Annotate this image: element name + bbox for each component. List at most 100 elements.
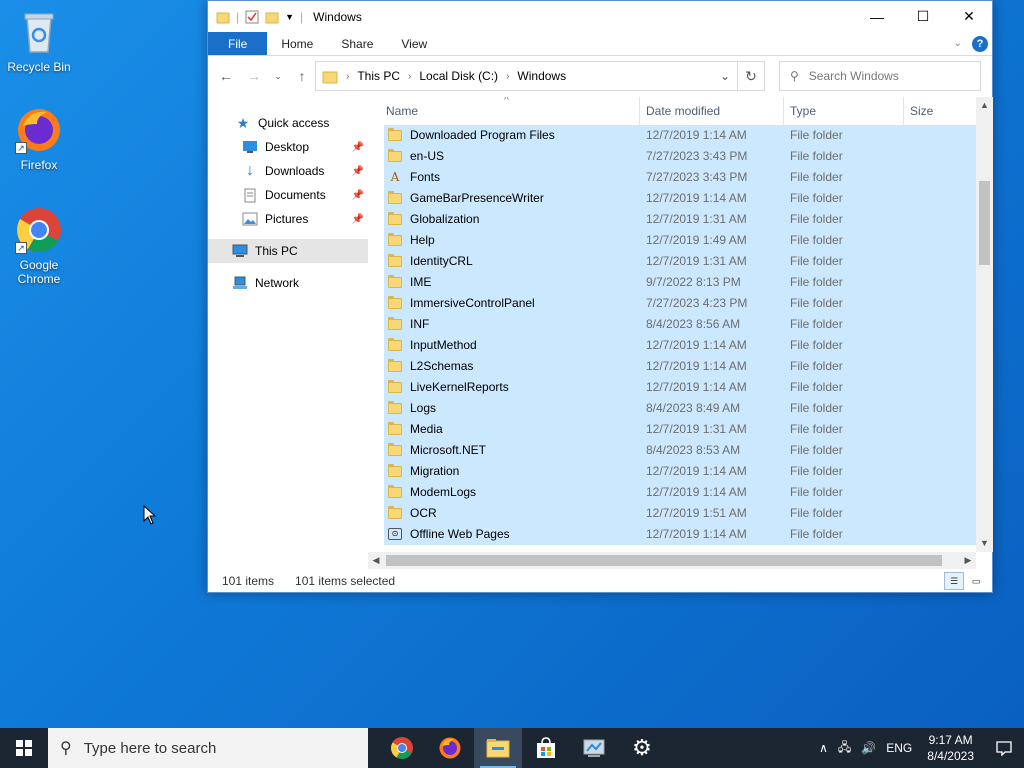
back-button[interactable]: ← [214,64,238,88]
chevron-down-icon[interactable]: ⌄ [713,69,737,83]
taskbar-search[interactable]: ⚲ [48,728,368,768]
breadcrumb-windows[interactable]: Windows [517,69,566,83]
table-row[interactable]: Migration 12/7/2019 1:14 AM File folder [384,461,976,482]
large-icons-view-icon[interactable]: ▭ [966,572,986,590]
pin-icon[interactable]: 📌 [352,214,364,225]
customize-toolbar-icon[interactable]: ▼ [285,12,294,22]
clock[interactable]: 9:17 AM 8/4/2023 [917,732,984,764]
table-row[interactable]: en-US 7/27/2023 3:43 PM File folder [384,146,976,167]
table-row[interactable]: ImmersiveControlPanel 7/27/2023 4:23 PM Fi… [384,293,976,314]
table-row[interactable]: A Fonts 7/27/2023 3:43 PM File folder [384,167,976,188]
taskbar-control-panel[interactable] [570,728,618,768]
gear-icon: ⚙ [632,735,652,760]
nav-this-pc[interactable]: This PC [208,239,368,263]
forward-button[interactable]: → [242,64,266,88]
pin-icon[interactable]: 📌 [352,190,364,201]
column-name[interactable]: Name [384,97,640,125]
taskbar-file-explorer[interactable] [474,728,522,768]
chevron-right-icon[interactable]: › [506,71,509,82]
taskbar-firefox[interactable] [426,728,474,768]
recent-locations-button[interactable]: ⌄ [270,64,286,88]
tab-view[interactable]: View [387,32,441,55]
nav-pictures[interactable]: Pictures 📌 [208,207,368,231]
vertical-scrollbar[interactable]: ▲ ▼ [976,97,993,552]
language-indicator[interactable]: ENG [881,741,917,755]
table-row[interactable]: Logs 8/4/2023 8:49 AM File folder [384,398,976,419]
file-name: Microsoft.NET [410,443,487,457]
nav-network[interactable]: Network [208,271,368,295]
tab-home[interactable]: Home [267,32,327,55]
refresh-button[interactable]: ↻ [738,61,765,91]
properties-icon[interactable] [245,10,259,24]
cell-name: A Fonts [384,170,640,184]
expand-ribbon-icon[interactable]: ⌄ [954,38,962,49]
table-row[interactable]: IME 9/7/2022 8:13 PM File folder [384,272,976,293]
desktop-icon-firefox[interactable]: ↗ Firefox [1,106,77,172]
breadcrumb-local-disk[interactable]: Local Disk (C:) [419,69,498,83]
table-row[interactable]: ⊙ Offline Web Pages 12/7/2019 1:14 AM File … [384,524,976,545]
minimize-button[interactable]: — [854,1,900,32]
up-button[interactable]: ↑ [290,64,314,88]
cell-date-modified: 8/4/2023 8:53 AM [646,443,741,457]
column-type[interactable]: Type [784,97,904,125]
table-row[interactable]: Microsoft.NET 8/4/2023 8:53 AM File folder [384,440,976,461]
maximize-button[interactable]: ☐ [900,1,946,32]
scroll-thumb[interactable] [386,555,942,566]
table-row[interactable]: ModemLogs 12/7/2019 1:14 AM File folder [384,482,976,503]
table-row[interactable]: LiveKernelReports 12/7/2019 1:14 AM File f… [384,377,976,398]
table-row[interactable]: INF 8/4/2023 8:56 AM File folder [384,314,976,335]
start-button[interactable] [0,728,48,768]
table-row[interactable]: Media 12/7/2019 1:31 AM File folder [384,419,976,440]
new-folder-icon[interactable] [265,10,279,24]
nav-quick-access[interactable]: ★ Quick access [208,111,368,135]
breadcrumb-this-pc[interactable]: This PC [357,69,400,83]
taskbar-settings[interactable]: ⚙ [618,728,666,768]
chevron-right-icon[interactable]: › [408,71,411,82]
close-button[interactable]: ✕ [946,1,992,32]
table-row[interactable]: InputMethod 12/7/2019 1:14 AM File folder [384,335,976,356]
scroll-up-icon[interactable]: ▲ [976,97,993,114]
scroll-thumb[interactable] [979,181,990,265]
column-date-modified[interactable]: Date modified [640,97,784,125]
table-row[interactable]: Downloaded Program Files 12/7/2019 1:14 A… [384,125,976,146]
pin-icon[interactable]: 📌 [352,142,364,153]
cell-name: Downloaded Program Files [384,128,640,142]
desktop-icon-chrome[interactable]: ↗ Google Chrome [1,206,77,286]
taskbar-store[interactable] [522,728,570,768]
network-status-icon[interactable]: 🖧 [833,738,856,759]
search-input[interactable] [808,69,959,83]
tab-share[interactable]: Share [327,32,387,55]
horizontal-scrollbar[interactable]: ◀ ▶ [368,552,976,569]
taskbar-chrome[interactable] [378,728,426,768]
cell-name: IdentityCRL [384,254,640,268]
chevron-up-icon[interactable]: ∧ [814,741,833,755]
details-view-icon[interactable]: ☰ [944,572,964,590]
nav-downloads[interactable]: ↓ Downloads 📌 [208,159,368,183]
address-bar[interactable]: › This PC › Local Disk (C:) › Windows ⌄ [315,61,738,91]
table-row[interactable]: IdentityCRL 12/7/2019 1:31 AM File folder [384,251,976,272]
nav-documents[interactable]: Documents 📌 [208,183,368,207]
tab-file[interactable]: File [208,32,268,55]
pin-icon[interactable]: 📌 [352,166,364,177]
nav-desktop[interactable]: Desktop 📌 [208,135,368,159]
table-row[interactable]: Globalization 12/7/2019 1:31 AM File folde… [384,209,976,230]
mouse-cursor-icon [143,505,157,525]
desktop-icon-recycle-bin[interactable]: Recycle Bin [1,8,77,74]
table-row[interactable]: GameBarPresenceWriter 12/7/2019 1:14 AM Fi… [384,188,976,209]
column-size[interactable]: Size [904,97,976,125]
scroll-down-icon[interactable]: ▼ [976,535,993,552]
scroll-left-icon[interactable]: ◀ [368,555,384,566]
file-name: Logs [410,401,437,415]
help-icon[interactable]: ? [972,35,988,52]
search-box[interactable]: ⚲ [779,61,981,91]
chevron-right-icon[interactable]: › [346,71,349,82]
table-row[interactable]: L2Schemas 12/7/2019 1:14 AM File folder [384,356,976,377]
table-row[interactable]: OCR 12/7/2019 1:51 AM File folder [384,503,976,524]
table-row[interactable]: Help 12/7/2019 1:49 AM File folder [384,230,976,251]
taskbar-search-input[interactable] [83,739,344,757]
firefox-icon: ↗ [15,106,63,154]
volume-icon[interactable]: 🔊 [856,741,881,755]
notification-center-icon[interactable] [984,728,1024,768]
file-name: ModemLogs [410,485,477,499]
scroll-right-icon[interactable]: ▶ [960,555,976,566]
